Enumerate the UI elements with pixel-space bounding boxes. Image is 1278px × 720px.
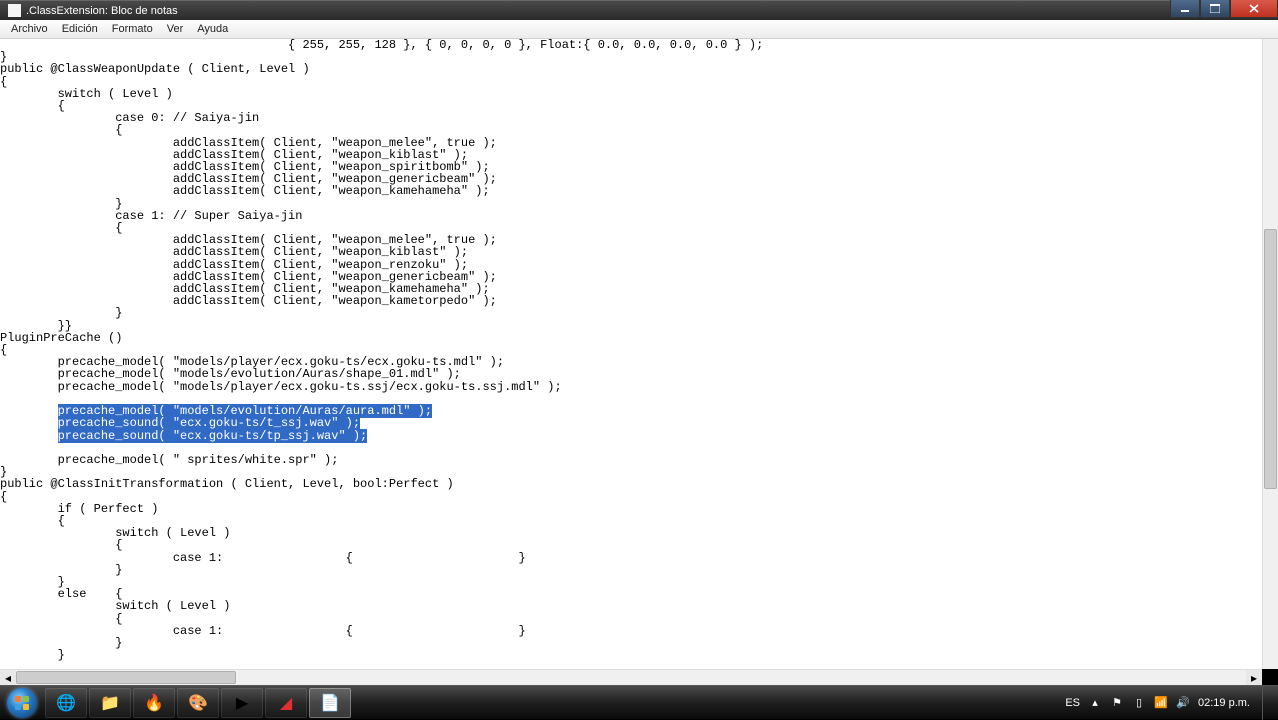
show-desktop-button[interactable] [1262, 686, 1272, 720]
vertical-scrollbar-thumb[interactable] [1264, 229, 1277, 489]
text-editor[interactable]: { 255, 255, 128 }, { 0, 0, 0, 0 }, Float… [0, 39, 1268, 669]
minimize-button[interactable] [1170, 0, 1200, 18]
chrome-icon: 🌐 [56, 693, 76, 713]
maximize-button[interactable] [1200, 0, 1230, 18]
window-controls [1170, 0, 1278, 18]
window-title: .ClassExtension: Bloc de notas [26, 5, 1278, 17]
palette-icon: 🎨 [188, 693, 208, 713]
menu-ayuda[interactable]: Ayuda [190, 21, 235, 37]
menu-edicion[interactable]: Edición [55, 21, 105, 37]
play-icon: ▶ [236, 693, 248, 713]
clock[interactable]: 02:19 p.m. [1198, 697, 1250, 709]
taskbar-adobe[interactable]: ◢ [265, 688, 307, 718]
taskbar-chrome[interactable]: 🌐 [45, 688, 87, 718]
folder-icon: 📁 [100, 693, 120, 713]
flag-icon[interactable]: ⚑ [1110, 696, 1124, 710]
scroll-left-button[interactable]: ◂ [0, 670, 16, 686]
volume-icon[interactable]: 🔊 [1176, 696, 1190, 710]
horizontal-scrollbar[interactable]: ◂ ▸ [0, 669, 1262, 685]
close-button[interactable] [1230, 0, 1278, 18]
taskbar-notepad[interactable]: 📄 [309, 688, 351, 718]
tray-chevron-icon[interactable]: ▴ [1088, 696, 1102, 710]
taskbar-items: 🌐 📁 🔥 🎨 ▶ ◢ 📄 [44, 686, 352, 719]
taskbar: 🌐 📁 🔥 🎨 ▶ ◢ 📄 ES ▴ ⚑ ▯ 📶 🔊 02:19 p.m. [0, 685, 1278, 719]
vertical-scrollbar[interactable] [1262, 39, 1278, 669]
app-icon [8, 4, 21, 17]
notepad-icon: 📄 [320, 693, 340, 713]
menu-formato[interactable]: Formato [105, 21, 160, 37]
code-content[interactable]: { 255, 255, 128 }, { 0, 0, 0, 0 }, Float… [0, 39, 1268, 661]
menubar: Archivo Edición Formato Ver Ayuda [0, 20, 1278, 39]
selection[interactable]: precache_sound( "ecx.goku-ts/tp_ssj.wav"… [58, 429, 368, 443]
taskbar-explorer[interactable]: 📁 [89, 688, 131, 718]
taskbar-app1[interactable]: 🔥 [133, 688, 175, 718]
system-tray: ES ▴ ⚑ ▯ 📶 🔊 02:19 p.m. [1065, 686, 1278, 720]
battery-icon[interactable]: ▯ [1132, 696, 1146, 710]
flame-icon: 🔥 [144, 693, 164, 713]
network-icon[interactable]: 📶 [1154, 696, 1168, 710]
horizontal-scrollbar-thumb[interactable] [16, 671, 236, 684]
windows-logo-icon [7, 688, 37, 718]
menu-archivo[interactable]: Archivo [4, 21, 55, 37]
language-indicator[interactable]: ES [1065, 697, 1080, 709]
window-titlebar: .ClassExtension: Bloc de notas [0, 0, 1278, 20]
pdf-icon: ◢ [280, 693, 292, 713]
taskbar-mediaplayer[interactable]: ▶ [221, 688, 263, 718]
taskbar-paint[interactable]: 🎨 [177, 688, 219, 718]
menu-ver[interactable]: Ver [160, 21, 191, 37]
scroll-right-button[interactable]: ▸ [1246, 670, 1262, 686]
start-button[interactable] [0, 686, 44, 720]
